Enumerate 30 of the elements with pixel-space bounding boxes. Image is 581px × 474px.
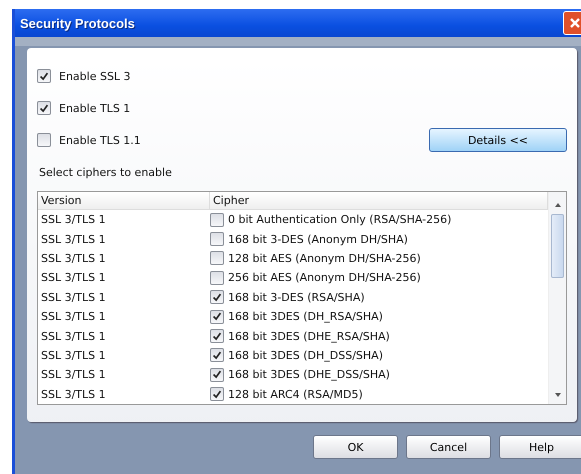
checkbox-label: Enable TLS 1 — [59, 102, 130, 114]
details-button[interactable]: Details << — [429, 128, 567, 152]
cipher-name: 256 bit AES (Anonym DH/SHA-256) — [228, 271, 421, 284]
column-header[interactable]: Version — [38, 192, 210, 209]
version-cell-text: SSL 3/TLS 1 — [40, 232, 107, 246]
version-cell-text: SSL 3/TLS 1 — [40, 388, 107, 401]
window-title: Security Protocols — [20, 16, 135, 30]
version-cell-text: SSL 3/TLS 1 — [40, 252, 107, 265]
cipher-name: 168 bit 3DES (DHE_DSS/SHA) — [228, 368, 390, 382]
version-cell-text: SSL 3/TLS 1 — [40, 368, 107, 382]
cipher-name: 168 bit 3DES (DH_DSS/SHA) — [228, 348, 383, 362]
cipher-name: 168 bit 3DES (DH_RSA/SHA) — [228, 310, 383, 324]
version-cell-text: SSL 3/TLS 1 — [40, 330, 107, 343]
cipher-name: 0 bit Authentication Only (RSA/SHA-256) — [228, 213, 452, 226]
version-cell-text: SSL 3/TLS 1 — [40, 310, 107, 324]
version-cell-text: SSL 3/TLS 1 — [40, 213, 107, 226]
checkbox-label: Enable TLS 1.1 — [59, 134, 141, 146]
version-cell-text: SSL 3/TLS 1 — [40, 290, 107, 304]
cipher-name: 168 bit 3-DES (Anonym DH/SHA) — [228, 232, 408, 246]
cipher-name: 168 bit 3DES (DHE_RSA/SHA) — [228, 330, 390, 343]
dialog-button[interactable]: Cancel — [406, 435, 491, 459]
version-cell-text: SSL 3/TLS 1 — [40, 348, 107, 362]
cipher-name: 128 bit ARC4 (RSA/MD5) — [228, 388, 363, 401]
cipher-name: 128 bit AES (Anonym DH/SHA-256) — [228, 252, 421, 265]
cipher-name: 168 bit 3-DES (RSA/SHA) — [228, 290, 365, 304]
checkbox-label: Enable SSL 3 — [59, 70, 131, 82]
version-cell-text: SSL 3/TLS 1 — [40, 271, 107, 284]
dialog-button[interactable]: Help — [499, 435, 581, 459]
dialog-button[interactable]: OK — [313, 435, 398, 459]
ciphers-label: Select ciphers to enable — [39, 166, 173, 179]
